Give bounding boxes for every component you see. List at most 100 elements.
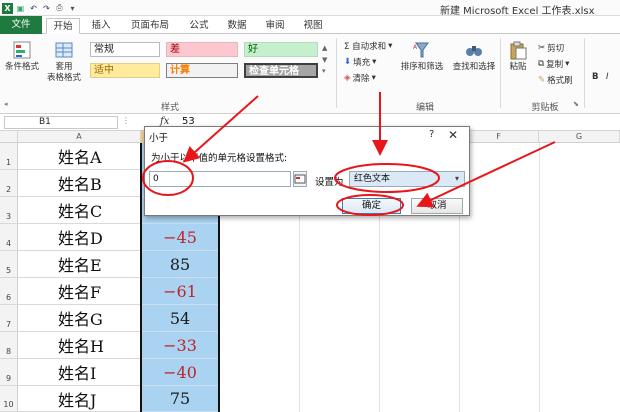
format-select[interactable]: 红色文本 (349, 171, 465, 187)
autosum-label: Σ 自动求和 (344, 42, 387, 52)
tab-file[interactable]: 文件 (0, 16, 42, 34)
paste-button[interactable]: 粘贴 (504, 40, 532, 73)
title-bar: X ▣ ↶ ↷ ⎙ ▾ 新建 Microsoft Excel 工作表.xlsx (0, 0, 620, 17)
cell-name[interactable]: 姓名D (18, 224, 141, 251)
row-header[interactable]: 10 (0, 386, 18, 412)
cancel-button[interactable]: 取消 (411, 198, 463, 214)
conditional-format-icon (13, 41, 31, 59)
window-title: 新建 Microsoft Excel 工作表.xlsx (440, 6, 595, 17)
clipboard-launcher-icon[interactable]: ⬊ (573, 100, 579, 108)
ribbon-tabs: 文件 开始 插入 页面布局 公式 数据 审阅 视图 (0, 16, 620, 34)
table-format-label-2: 表格格式 (46, 73, 81, 83)
threshold-input[interactable]: 0 (149, 171, 291, 187)
cell-name[interactable]: 姓名G (18, 305, 141, 332)
range-picker-button[interactable] (293, 171, 307, 187)
group-divider (336, 38, 337, 108)
cell-name[interactable]: 姓名H (18, 332, 141, 359)
row-header[interactable]: 1 (0, 143, 18, 170)
cut-label: 剪切 (547, 44, 565, 54)
copy-label: 复制 (546, 60, 564, 70)
dropdown-arrow-icon: ▾ (565, 59, 570, 69)
tab-review[interactable]: 审阅 (258, 18, 292, 34)
italic-button[interactable]: I (606, 72, 609, 82)
format-painter-button[interactable]: ✎ 格式刷 (538, 74, 573, 86)
help-icon[interactable]: ? (429, 129, 434, 140)
print-icon[interactable]: ⎙ (54, 3, 65, 14)
cell-name[interactable]: 姓名A (18, 143, 141, 170)
tab-insert[interactable]: 插入 (84, 18, 118, 34)
table-format-icon (55, 42, 73, 58)
cell-name[interactable]: 姓名I (18, 359, 141, 386)
find-select-button[interactable]: 查找和选择 (450, 40, 498, 73)
format-as-table-button[interactable]: 套用 表格格式 (44, 40, 84, 84)
tab-data[interactable]: 数据 (220, 18, 254, 34)
row-header[interactable]: 9 (0, 359, 18, 386)
cell-name[interactable]: 姓名C (18, 197, 141, 224)
undo-icon[interactable]: ↶ (28, 3, 39, 14)
autosum-button[interactable]: Σ 自动求和 ▾ (344, 40, 392, 52)
conditional-format-label: 条件格式 (4, 62, 39, 72)
row-header[interactable]: 7 (0, 305, 18, 332)
set-as-label: 设置为 (315, 177, 344, 188)
format-painter-label: 格式刷 (547, 76, 573, 86)
cut-button[interactable]: ✂ 剪切 (538, 42, 564, 54)
cell-name[interactable]: 姓名E (18, 251, 141, 278)
copy-button[interactable]: ⧉ 复制 ▾ (538, 58, 569, 70)
style-calculation[interactable]: 计算 (166, 63, 238, 78)
tab-formulas[interactable]: 公式 (182, 18, 216, 34)
save-icon[interactable]: ▣ (15, 3, 26, 14)
chevron-down-icon[interactable]: ▾ (449, 171, 465, 187)
column-header-a[interactable]: A (18, 131, 141, 143)
select-all-corner[interactable] (0, 131, 18, 143)
formula-bar-dots-icon: ⋮ (122, 116, 130, 125)
group-divider (500, 38, 501, 108)
row-header[interactable]: 2 (0, 170, 18, 197)
gridline (539, 143, 540, 412)
customize-qat-icon[interactable]: ▾ (67, 3, 78, 14)
copy-icon: ⧉ (538, 59, 545, 69)
close-icon[interactable]: ✕ (448, 128, 458, 142)
range-picker-icon (294, 174, 306, 184)
style-neutral[interactable]: 适中 (90, 63, 160, 78)
name-box[interactable]: B1 (4, 116, 118, 129)
row-header[interactable]: 5 (0, 251, 18, 278)
cell-name[interactable]: 姓名F (18, 278, 141, 305)
bold-button[interactable]: B (592, 72, 598, 82)
sort-filter-label: 排序和筛选 (400, 62, 444, 72)
styles-more-icon[interactable]: ▾ (322, 67, 326, 75)
paste-label: 粘贴 (509, 62, 527, 72)
redo-icon[interactable]: ↷ (41, 3, 52, 14)
row-header[interactable]: 6 (0, 278, 18, 305)
styles-scroll-down-icon[interactable]: ▼ (322, 56, 327, 64)
style-bad[interactable]: 差 (166, 42, 238, 57)
dropdown-arrow-icon: ▾ (371, 73, 376, 83)
column-header-f[interactable]: F (459, 131, 539, 143)
row-header[interactable]: 4 (0, 224, 18, 251)
fill-label: 填充 (353, 58, 371, 68)
ok-button[interactable]: 确定 (342, 198, 401, 214)
sort-filter-button[interactable]: A 排序和筛选 (398, 40, 446, 73)
conditional-format-button[interactable]: 条件格式 (2, 40, 42, 73)
tab-home[interactable]: 开始 (46, 18, 80, 34)
clipboard-group-label: 剪贴板 (531, 103, 559, 113)
row-header[interactable]: 3 (0, 197, 18, 224)
fill-icon: ⬇ (344, 57, 352, 67)
ribbon-scroll-left-icon[interactable]: ◂ (4, 100, 8, 108)
column-header-g[interactable]: G (539, 131, 620, 143)
paintbrush-icon: ✎ (538, 75, 546, 85)
dialog-prompt: 为小于以下值的单元格设置格式: (151, 153, 288, 164)
fill-button[interactable]: ⬇ 填充 ▾ (344, 56, 376, 68)
style-good[interactable]: 好 (244, 42, 318, 57)
style-normal[interactable]: 常规 (90, 42, 160, 57)
group-divider (584, 38, 585, 108)
dropdown-arrow-icon: ▾ (388, 41, 393, 51)
styles-scroll-up-icon[interactable]: ▲ (322, 44, 327, 52)
tab-view[interactable]: 视图 (296, 18, 330, 34)
tab-page-layout[interactable]: 页面布局 (122, 18, 178, 34)
clear-button[interactable]: ◈ 清除 ▾ (344, 72, 376, 84)
row-header[interactable]: 8 (0, 332, 18, 359)
cell-name[interactable]: 姓名B (18, 170, 141, 197)
cell-name[interactable]: 姓名J (18, 386, 141, 412)
style-check-cell[interactable]: 检查单元格 (244, 63, 318, 78)
styles-group-label: 样式 (160, 103, 179, 113)
